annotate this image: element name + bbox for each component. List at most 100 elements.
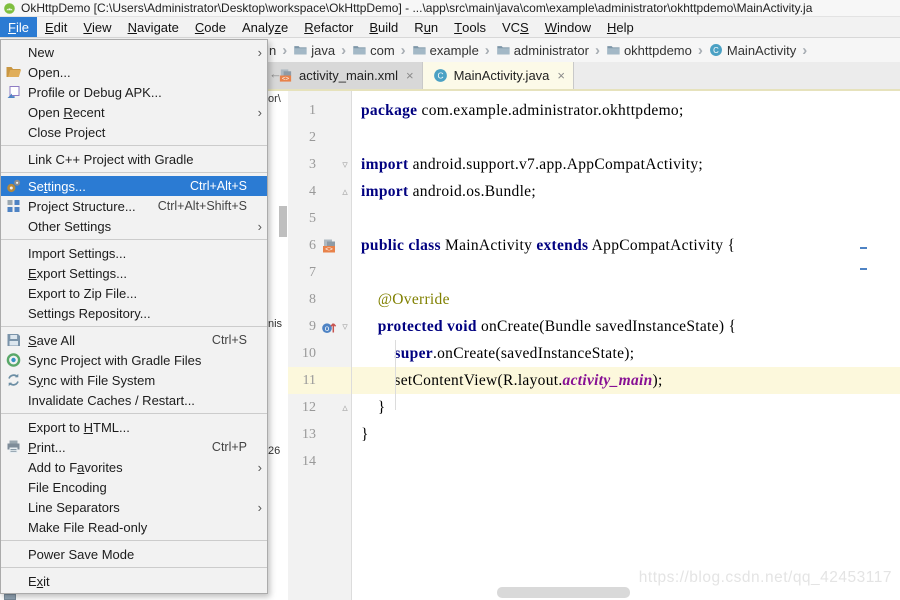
line-number: 5: [309, 210, 316, 226]
menu-item-export-settings[interactable]: Export Settings...: [1, 263, 267, 283]
line-number: 7: [309, 264, 316, 280]
menu-item-exit[interactable]: Exit: [1, 571, 267, 591]
menu-item-export-to-html[interactable]: Export to HTML...: [1, 417, 267, 437]
menu-item-spacer: [5, 573, 22, 589]
line-number: 12: [302, 399, 316, 415]
menu-item-import-settings[interactable]: Import Settings...: [1, 243, 267, 263]
code-line-3[interactable]: import android.support.v7.app.AppCompatA…: [352, 151, 900, 178]
tab-mainactivity-java[interactable]: C MainActivity.java ×: [422, 62, 574, 89]
gutter-row: 5: [288, 205, 351, 232]
code-line-13[interactable]: }: [352, 421, 900, 448]
menu-item-make-file-read-only[interactable]: Make File Read-only: [1, 517, 267, 537]
code-line-2[interactable]: [352, 124, 900, 151]
menubar-item-navigate[interactable]: Navigate: [120, 17, 187, 37]
menubar-item-code[interactable]: Code: [187, 17, 234, 37]
menu-item-open-recent[interactable]: Open Recent ›: [1, 102, 267, 122]
menu-item-profile-or-debug-apk[interactable]: Profile or Debug APK...: [1, 82, 267, 102]
menu-item-print[interactable]: Print... Ctrl+P: [1, 437, 267, 457]
menu-item-shortcut: Ctrl+S: [211, 333, 247, 347]
menu-item-close-project[interactable]: Close Project: [1, 122, 267, 142]
override-gutter-icon[interactable]: o: [318, 319, 340, 335]
menubar-item-edit[interactable]: Edit: [37, 17, 75, 37]
breadcrumb-label: com: [370, 42, 395, 58]
code-line-7[interactable]: [352, 259, 900, 286]
code-line-14[interactable]: [352, 448, 900, 475]
breadcrumb-item-okhttpdemo[interactable]: okhttpdemo: [606, 43, 692, 58]
tab-close-icon[interactable]: ×: [557, 68, 565, 83]
fold-marker-up-icon[interactable]: ▵: [340, 185, 350, 198]
menu-item-file-encoding[interactable]: File Encoding: [1, 477, 267, 497]
menu-item-sync-with-file-system[interactable]: Sync with File System: [1, 370, 267, 390]
menu-item-new[interactable]: New ›: [1, 42, 267, 62]
menu-item-spacer: [5, 124, 22, 140]
menu-item-add-to-favorites[interactable]: Add to Favorites ›: [1, 457, 267, 477]
fold-marker-down-icon[interactable]: ▿: [340, 320, 350, 333]
error-stripe-mark[interactable]: [860, 268, 867, 270]
svg-text:<>: <>: [282, 75, 290, 82]
menu-item-invalidate-caches-restart[interactable]: Invalidate Caches / Restart...: [1, 390, 267, 410]
menubar-item-help[interactable]: Help: [599, 17, 642, 37]
code-line-9[interactable]: protected void onCreate(Bundle savedInst…: [352, 313, 900, 340]
breadcrumb-item-administrator[interactable]: administrator: [496, 43, 589, 58]
svg-text:C: C: [437, 71, 443, 81]
menu-item-label: Open Recent: [28, 104, 105, 120]
breadcrumb-chevron-icon: ›: [282, 41, 288, 59]
menubar-item-view[interactable]: View: [75, 17, 119, 37]
code-line-12[interactable]: }: [352, 394, 900, 421]
menubar-item-file[interactable]: File: [0, 17, 37, 37]
code-token: MainActivity: [440, 237, 537, 254]
code-line-10[interactable]: super.onCreate(savedInstanceState);: [352, 340, 900, 367]
menubar-item-refactor[interactable]: Refactor: [296, 17, 361, 37]
code-line-1[interactable]: package com.example.administrator.okhttp…: [352, 97, 900, 124]
gutter-row: 2: [288, 124, 351, 151]
error-stripe-mark[interactable]: [860, 247, 867, 249]
menubar-item-vcs[interactable]: VC S: [494, 17, 537, 37]
project-scrollbar-thumb[interactable]: [279, 206, 287, 237]
menu-item-settings[interactable]: Settings... Ctrl+Alt+S: [1, 176, 267, 196]
toolwindow-button-sliver-icon: [4, 594, 16, 600]
menu-item-spacer: [5, 392, 22, 408]
gutter-icon-spacer: [318, 184, 340, 200]
menu-item-save-all[interactable]: Save All Ctrl+S: [1, 330, 267, 350]
code-line-8[interactable]: @Override: [352, 286, 900, 313]
menu-item-power-save-mode[interactable]: Power Save Mode: [1, 544, 267, 564]
menubar-item-build[interactable]: Build: [361, 17, 406, 37]
menu-item-link-c-project-with-gradle[interactable]: Link C++ Project with Gradle: [1, 149, 267, 169]
menu-item-export-to-zip-file[interactable]: Export to Zip File...: [1, 283, 267, 303]
layout-gutter-icon[interactable]: <>: [318, 238, 340, 254]
code-token: );: [652, 372, 663, 389]
gutter-icon-spacer: [318, 427, 340, 443]
menubar-item-tools[interactable]: Tools: [446, 17, 494, 37]
code-area[interactable]: package com.example.administrator.okhttp…: [352, 91, 900, 600]
horizontal-scrollbar-thumb[interactable]: [497, 587, 630, 598]
tab-close-icon[interactable]: ×: [406, 68, 414, 83]
code-line-4[interactable]: import android.os.Bundle;: [352, 178, 900, 205]
menu-item-settings-repository[interactable]: Settings Repository...: [1, 303, 267, 323]
folder-icon: [293, 43, 307, 57]
apk-profile-icon: [5, 84, 22, 100]
menu-item-project-structure[interactable]: Project Structure... Ctrl+Alt+Shift+S: [1, 196, 267, 216]
code-line-5[interactable]: [352, 205, 900, 232]
menu-item-line-separators[interactable]: Line Separators ›: [1, 497, 267, 517]
gutter-icon-spacer: [318, 400, 340, 416]
menu-item-open[interactable]: Open...: [1, 62, 267, 82]
gutter-icon-spacer: [318, 292, 340, 308]
code-line-6[interactable]: public class MainActivity extends AppCom…: [352, 232, 900, 259]
gutter-row: 13: [288, 421, 351, 448]
breadcrumb-item-com[interactable]: com: [352, 43, 395, 58]
fold-marker-up-icon[interactable]: ▵: [340, 401, 350, 414]
menu-item-other-settings[interactable]: Other Settings ›: [1, 216, 267, 236]
line-number: 8: [309, 291, 316, 307]
menubar-item-run[interactable]: Run: [406, 17, 446, 37]
menu-item-sync-project-with-gradle-files[interactable]: Sync Project with Gradle Files: [1, 350, 267, 370]
breadcrumb-item-mainactivity[interactable]: C MainActivity: [709, 43, 796, 58]
tab-activity-main-xml[interactable]: <> activity_main.xml ×: [268, 62, 423, 89]
breadcrumb-item-example[interactable]: example: [412, 43, 479, 58]
breadcrumb-item-java[interactable]: java: [293, 43, 335, 58]
menubar-item-analyze[interactable]: Analy z e: [234, 17, 296, 37]
menu-item-shortcut: Ctrl+Alt+Shift+S: [157, 199, 247, 213]
fold-marker-down-icon[interactable]: ▿: [340, 158, 350, 171]
menubar-item-window[interactable]: Window: [537, 17, 599, 37]
code-line-11[interactable]: setContentView(R.layout.activity_main);: [352, 367, 900, 394]
